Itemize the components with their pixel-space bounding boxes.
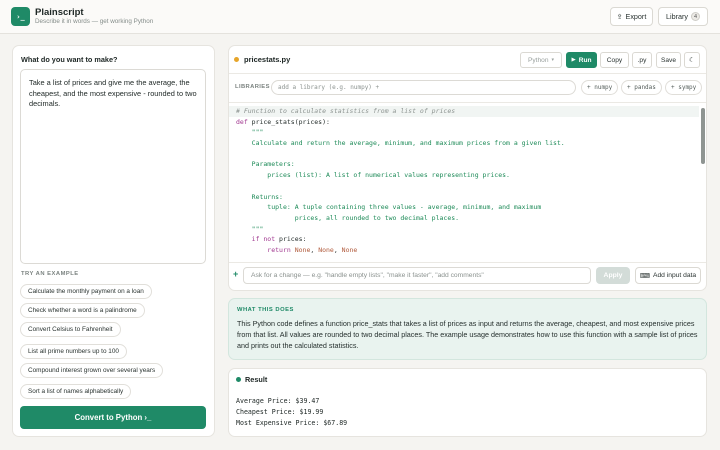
example-chip[interactable]: Check whether a word is a palindrome: [20, 303, 145, 318]
chevron-down-icon: ▾: [551, 57, 555, 63]
app-subtitle: Describe it in words — get working Pytho…: [35, 18, 154, 25]
code-token: prices:: [279, 235, 307, 244]
app-title: Plainscript: [35, 7, 84, 18]
unsaved-dot-icon: [234, 57, 239, 62]
code-token: return: [236, 245, 295, 254]
library-count-badge: 4: [690, 12, 700, 21]
library-suggestion-sympy[interactable]: + sympy: [665, 80, 703, 95]
code-line: Parameters:: [229, 159, 699, 170]
example-chip[interactable]: Sort a list of names alphabetically: [20, 384, 132, 399]
example-chip[interactable]: List all prime numbers up to 100: [20, 344, 127, 359]
code-line: return None, None, None: [229, 245, 699, 256]
code-token: prices, all rounded to two decimal place…: [236, 213, 460, 222]
copy-button[interactable]: Copy: [600, 52, 629, 68]
result-output-line: Cheapest Price: $19.99: [236, 408, 324, 416]
code-scrollbar-thumb[interactable]: [701, 108, 705, 164]
code-token: """: [236, 128, 264, 137]
prompt-question-label: What do you want to make?: [21, 55, 118, 64]
sparkle-plus-icon: +: [233, 269, 239, 279]
code-line: if not prices:: [229, 234, 699, 245]
library-input[interactable]: add a library (e.g. numpy) +: [271, 80, 576, 95]
result-panel: Result Average Price: $39.47 Cheapest Pr…: [228, 368, 707, 437]
run-button[interactable]: ▶ Run: [566, 52, 597, 68]
code-token: def: [236, 117, 252, 126]
code-line: """: [229, 224, 699, 235]
share-icon: ⇪: [616, 13, 623, 21]
divider: [229, 262, 706, 263]
code-token: ,: [333, 245, 342, 254]
code-token: prices (list): A list of numerical value…: [236, 171, 510, 180]
export-label: Export: [625, 12, 647, 21]
code-token: None: [318, 245, 334, 254]
save-button[interactable]: Save: [656, 52, 681, 68]
explanation-label: WHAT THIS DOES: [237, 307, 294, 313]
apply-button[interactable]: Apply: [596, 267, 630, 284]
divider: [229, 102, 706, 103]
code-line: prices (list): A list of numerical value…: [229, 170, 699, 181]
play-icon: ▶: [571, 57, 576, 63]
prompt-textarea[interactable]: Take a list of prices and give me the av…: [20, 69, 206, 264]
code-token: """: [236, 224, 264, 233]
example-chip[interactable]: Compound interest grown over several yea…: [20, 363, 164, 378]
code-editor[interactable]: # Function to calculate statistics from …: [229, 106, 699, 261]
change-request-input[interactable]: Ask for a change — e.g. "handle empty li…: [243, 267, 591, 284]
code-line: prices, all rounded to two decimal place…: [229, 213, 699, 224]
code-token: # Function to calculate statistics from …: [236, 107, 456, 115]
convert-to-python-button[interactable]: Convert to Python ›_: [20, 406, 206, 429]
result-label: Result: [245, 375, 268, 384]
code-line: tuple: A tuple containing three values -…: [229, 202, 699, 213]
keyboard-icon: ⌨: [639, 272, 650, 280]
explanation-panel: WHAT THIS DOES This Python code defines …: [228, 298, 707, 360]
library-suggestion-pandas[interactable]: + pandas: [621, 80, 662, 95]
try-example-label: TRY AN EXAMPLE: [21, 271, 79, 277]
code-token: Calculate and return the average, minimu…: [236, 139, 565, 148]
code-line: def price_stats(prices):: [229, 117, 699, 128]
result-output-line: Average Price: $39.47: [236, 397, 320, 405]
code-token: price_stats(prices):: [251, 117, 330, 126]
code-token: Returns:: [236, 192, 283, 201]
divider: [229, 73, 706, 74]
code-token: Parameters:: [236, 160, 295, 169]
add-input-data-button[interactable]: ⌨ Add input data: [635, 267, 701, 284]
status-dot-icon: [236, 377, 241, 382]
run-label: Run: [578, 56, 592, 64]
code-line: """: [229, 127, 699, 138]
code-token: None: [294, 245, 311, 254]
add-input-label: Add input data: [652, 272, 697, 279]
code-token: None: [341, 245, 358, 254]
code-line: Calculate and return the average, minimu…: [229, 138, 699, 149]
code-token: if not: [236, 235, 280, 244]
top-bar: ›_ Plainscript Describe it in words — ge…: [0, 0, 720, 34]
language-select[interactable]: Python ▾: [520, 52, 562, 68]
code-line: # Function to calculate statistics from …: [229, 106, 699, 117]
code-token: tuple: A tuple containing three values -…: [236, 203, 542, 212]
export-button[interactable]: ⇪ Export: [610, 7, 653, 26]
file-name: pricestats.py: [244, 55, 291, 64]
library-button[interactable]: Library 4: [658, 7, 708, 26]
theme-toggle-moon-icon[interactable]: ☾: [684, 52, 700, 68]
library-label: Library: [666, 12, 688, 21]
code-line: Returns:: [229, 192, 699, 203]
explanation-text: This Python code defines a function pric…: [237, 319, 698, 350]
language-label: Python: [527, 56, 549, 64]
result-output-line: Most Expensive Price: $67.89: [236, 419, 348, 427]
download-py-button[interactable]: .py: [632, 52, 652, 68]
terminal-logo-icon: ›_: [11, 7, 30, 26]
libraries-label: LIBRARIES: [235, 84, 270, 90]
example-chip[interactable]: Calculate the monthly payment on a loan: [20, 284, 152, 299]
code-token: ,: [310, 245, 319, 254]
example-chip[interactable]: Convert Celsius to Fahrenheit: [20, 322, 121, 337]
library-suggestion-numpy[interactable]: + numpy: [581, 80, 619, 95]
